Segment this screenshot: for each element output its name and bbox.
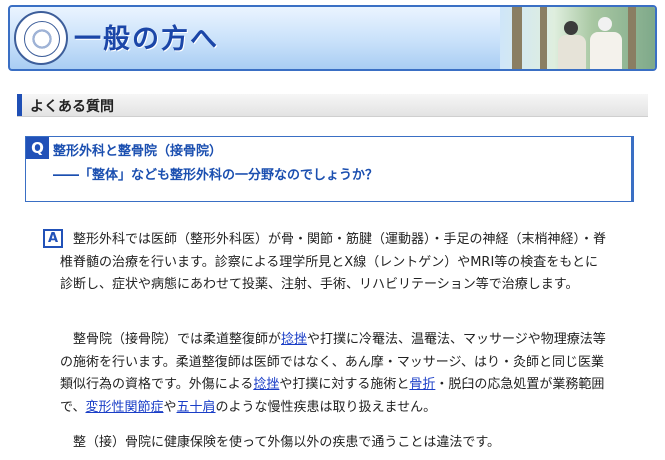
question-box: Q 整形外科と整骨院（接骨院） ――「整体」なども整形外科の一分野なのでしょうか… [25, 136, 634, 202]
answer-paragraph-3: 整（接）骨院に健康保険を使って外傷以外の疾患で通うことは違法です。 [60, 435, 501, 450]
emblem-figure-icon [24, 21, 60, 57]
link-sprain[interactable]: 捻挫 [281, 332, 307, 347]
association-emblem-logo [14, 11, 68, 65]
faq-section-heading: よくある質問 [17, 94, 648, 117]
faq-heading-text: よくある質問 [30, 99, 114, 115]
answer-paragraph-2: 整骨院（接骨院）では柔道整復師が捻挫や打撲に冷罨法、温罨法、マッサージや物理療法… [60, 329, 608, 419]
link-frozen-shoulder[interactable]: 五十肩 [177, 400, 216, 415]
link-sprain[interactable]: 捻挫 [253, 377, 279, 392]
question-title: 整形外科と整骨院（接骨院） [53, 144, 223, 159]
answer-paragraph-1: 整形外科では医師（整形外科医）が骨・関節・筋腱（運動器）・手足の神経（末梢神経）… [60, 232, 607, 292]
link-fracture[interactable]: 骨折 [409, 377, 435, 392]
paragraph-text: や [163, 399, 177, 415]
paragraph-text: や打撲に対する施術と [279, 377, 410, 392]
heading-accent-bar [17, 94, 22, 116]
paragraph-text: 整骨院（接骨院）では柔道整復師が [60, 332, 282, 347]
page-title: 一般の方へ [74, 24, 219, 55]
paragraph-text: のような慢性疾患は取り扱えません。 [215, 399, 437, 415]
question-subtitle: ――「整体」なども整形外科の一分野なのでしょうか？ [53, 168, 379, 183]
question-icon: Q [26, 137, 49, 159]
link-osteoarthritis[interactable]: 変形性関節症 [85, 400, 163, 415]
header-banner: 一般の方へ [8, 5, 657, 71]
elderly-couple-photo [500, 7, 655, 69]
